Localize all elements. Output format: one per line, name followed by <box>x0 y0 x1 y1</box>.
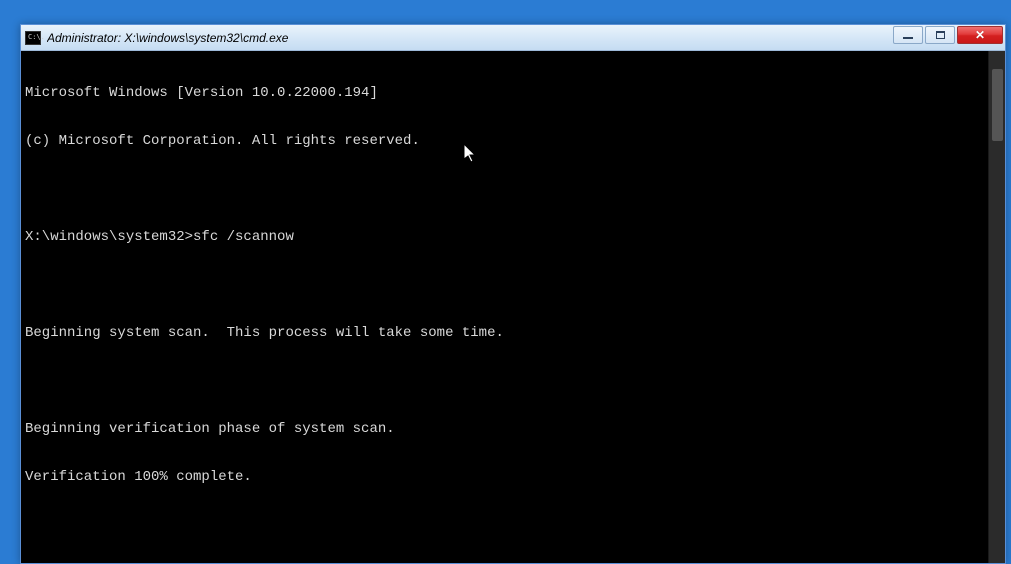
cmd-window: C:\. Administrator: X:\windows\system32\… <box>20 24 1006 564</box>
terminal-line <box>25 517 1001 533</box>
terminal-line: Verification 100% complete. <box>25 469 1001 485</box>
window-controls: ✕ <box>891 26 1003 44</box>
scrollbar-thumb[interactable] <box>992 69 1003 141</box>
terminal-line <box>25 181 1001 197</box>
window-title: Administrator: X:\windows\system32\cmd.e… <box>47 31 1001 45</box>
terminal-line: Microsoft Windows [Version 10.0.22000.19… <box>25 85 1001 101</box>
minimize-button[interactable] <box>893 26 923 44</box>
terminal-line: Beginning verification phase of system s… <box>25 421 1001 437</box>
close-button[interactable]: ✕ <box>957 26 1003 44</box>
close-icon: ✕ <box>975 28 985 42</box>
minimize-icon <box>903 37 913 39</box>
titlebar[interactable]: C:\. Administrator: X:\windows\system32\… <box>21 25 1005 51</box>
terminal-line <box>25 373 1001 389</box>
terminal-line <box>25 277 1001 293</box>
cmd-icon: C:\. <box>25 31 41 45</box>
maximize-button[interactable] <box>925 26 955 44</box>
terminal-line: Beginning system scan. This process will… <box>25 325 1001 341</box>
terminal-line: X:\windows\system32>sfc /scannow <box>25 229 1001 245</box>
maximize-icon <box>936 31 945 39</box>
terminal-line: (c) Microsoft Corporation. All rights re… <box>25 133 1001 149</box>
scrollbar[interactable] <box>988 51 1005 563</box>
terminal-output[interactable]: Microsoft Windows [Version 10.0.22000.19… <box>21 51 1005 563</box>
